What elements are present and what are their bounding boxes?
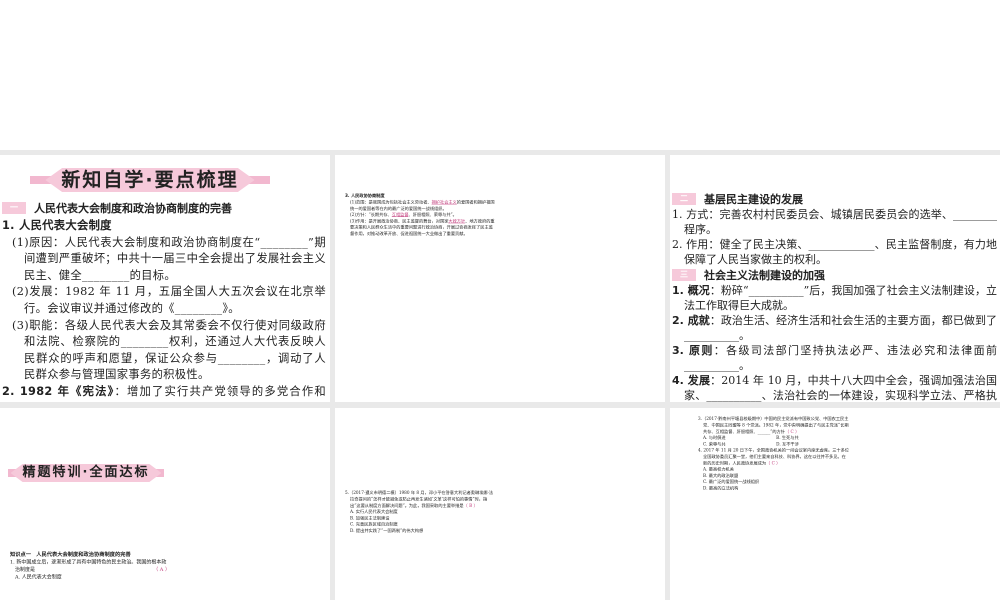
answer-option: D. 提出并实践了“一国两制”的伟大构想 [350,528,424,534]
section-banner: 精题特训·全面达标 [8,464,164,482]
page-thumbnail-3[interactable]: 二基层民主建设的发展 1. 方式：完善农村村民委员会、城镇居民委员会的选举、__… [670,155,1000,402]
slide-sorter-grid: 新知自学·要点梳理 一人民代表大会制度和政治协商制度的完善 1. 人民代表大会制… [0,150,1000,600]
page-thumbnail-6[interactable]: 3.（2017·黔南州平塘县校级期中）中国的民主党派有中国致公党、中国农工民主党… [670,408,1000,600]
page-thumbnail-1[interactable]: 新知自学·要点梳理 一人民代表大会制度和政治协商制度的完善 1. 人民代表大会制… [0,155,330,402]
section-heading: 二基层民主建设的发展 [672,192,997,206]
section-heading: 一人民代表大会制度和政治协商制度的完善 [2,200,326,216]
page-thumbnail-2[interactable]: 3. 人民政协协商制度 (1)范围：是我国成为包括社会主义劳动者、拥护社会主义的… [335,155,665,402]
section-heading: 三社会主义法制建设的加强 [672,268,997,282]
page-thumbnail-4[interactable]: 精题特训·全面达标 知识点一 人民代表大会制度和政治协商制度的完善 1. 新中国… [0,408,330,600]
answer-option: D. 最高的立法机构 [703,486,739,491]
section-banner: 新知自学·要点梳理 [30,168,270,192]
page-thumbnail-5[interactable]: 5.（2017·遵义市明德二模）1980 年 8 月，邓小平在答意大利记者奥琳埃… [335,408,665,600]
page-text: 3. 人民政协协商制度 (1)范围：是我国成为包括社会主义劳动者、拥护社会主义的… [345,193,495,237]
